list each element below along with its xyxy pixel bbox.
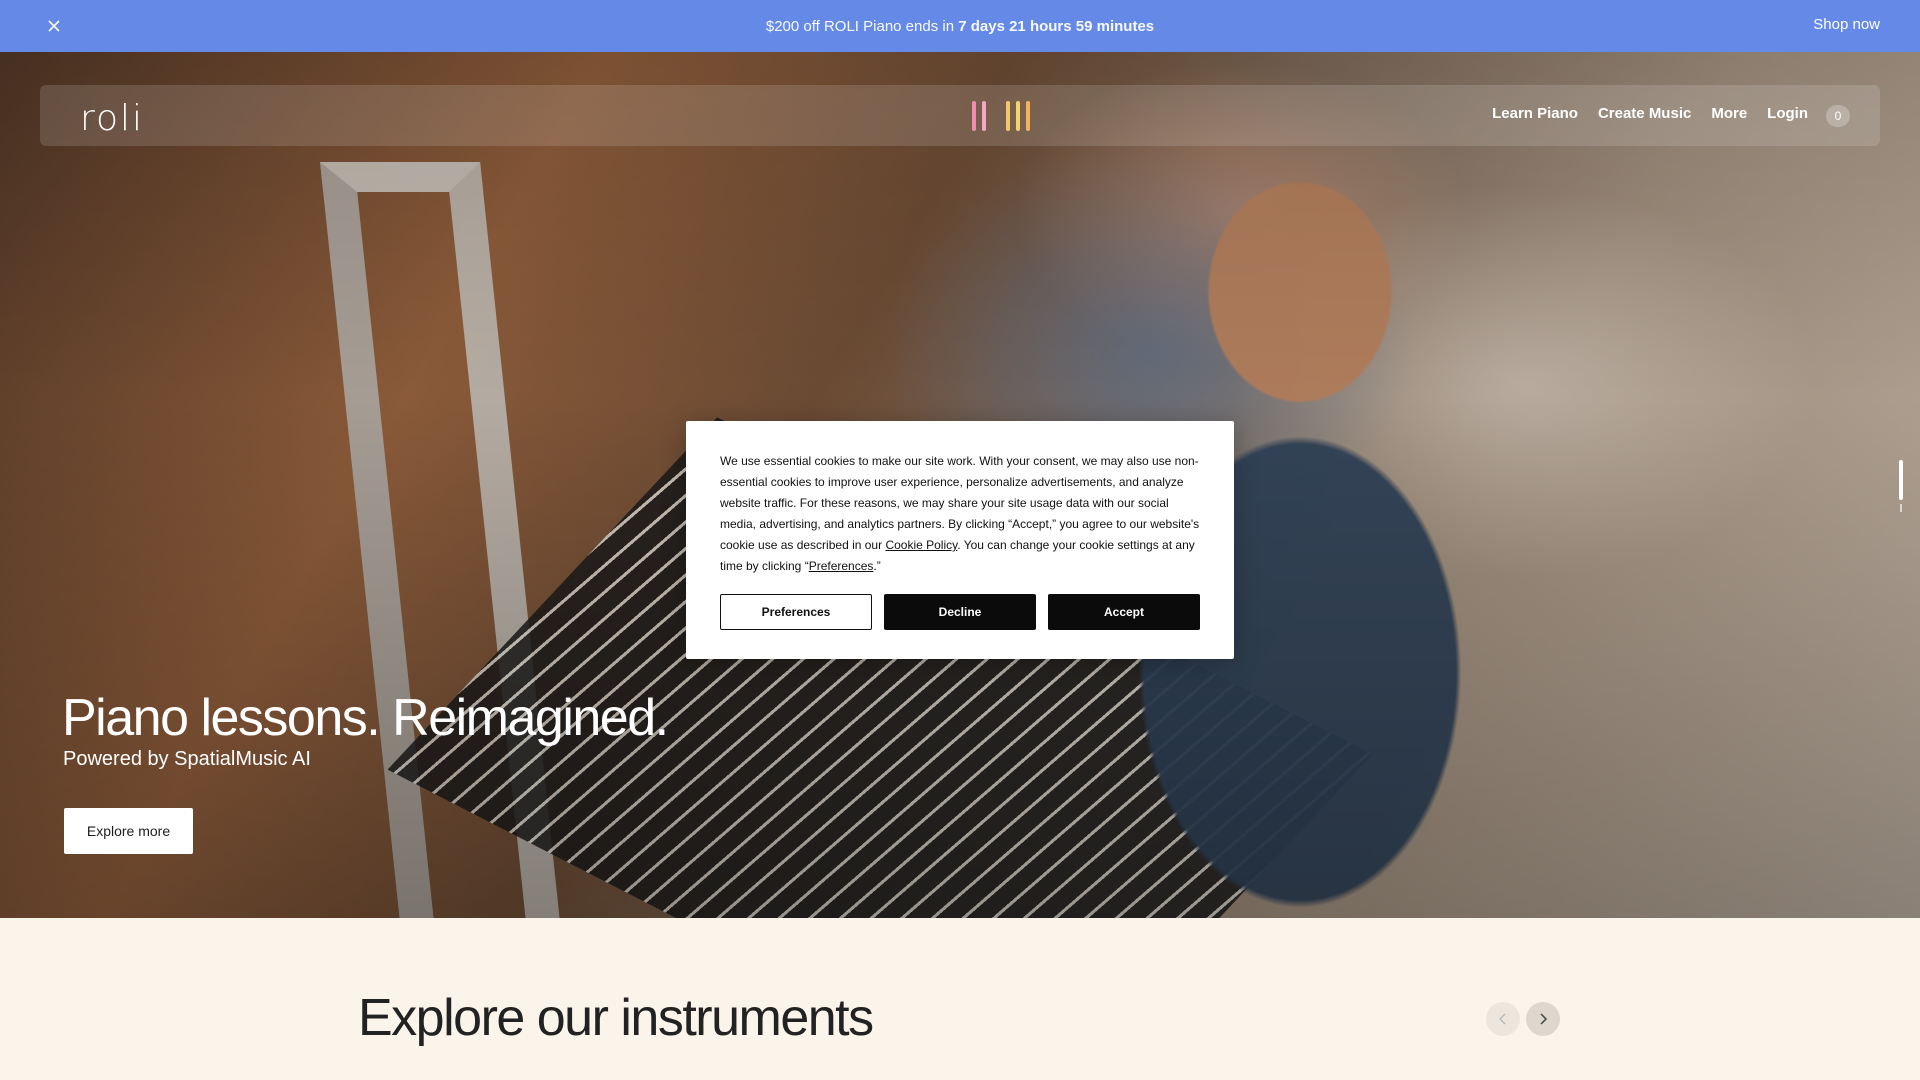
decline-button[interactable]: Decline: [884, 594, 1036, 630]
shop-now-link[interactable]: Shop now: [1813, 16, 1880, 33]
accept-button[interactable]: Accept: [1048, 594, 1200, 630]
nav-create-music[interactable]: Create Music: [1598, 105, 1691, 122]
carousel-next-button[interactable]: [1526, 1002, 1560, 1036]
preferences-link[interactable]: Preferences: [809, 559, 874, 573]
roli-logo[interactable]: roli: [80, 98, 144, 139]
nav-more[interactable]: More: [1711, 105, 1747, 122]
brand-bar-gap: [992, 101, 1000, 131]
cart-count: 0: [1834, 109, 1842, 123]
cart-button[interactable]: 0: [1826, 105, 1850, 127]
brand-bar: [1026, 101, 1030, 131]
cookie-policy-link[interactable]: Cookie Policy: [885, 538, 957, 552]
brand-bar: [972, 101, 976, 131]
explore-more-button[interactable]: Explore more: [64, 808, 193, 854]
brand-bar: [1016, 101, 1020, 131]
carousel-prev-button[interactable]: [1486, 1002, 1520, 1036]
scroll-indicator[interactable]: [1899, 460, 1903, 500]
hero-subline: Powered by SpatialMusic AI: [63, 748, 311, 770]
chevron-right-icon: [1540, 1013, 1548, 1025]
promo-message: $200 off ROLI Piano ends in 7 days 21 ho…: [766, 18, 1154, 35]
nav-learn-piano[interactable]: Learn Piano: [1492, 105, 1578, 122]
brand-bar: [982, 101, 986, 131]
nav-links: Learn Piano Create Music More Login: [1492, 105, 1808, 122]
chevron-left-icon: [1498, 1013, 1506, 1025]
nav-login[interactable]: Login: [1767, 105, 1808, 122]
cookie-consent-dialog: We use essential cookies to make our sit…: [686, 421, 1234, 659]
close-icon: [48, 20, 60, 32]
scroll-indicator-track: [1900, 504, 1902, 512]
promo-countdown: 7 days 21 hours 59 minutes: [958, 17, 1155, 35]
hero-headline: Piano lessons. Reimagined.: [62, 689, 669, 747]
close-banner-button[interactable]: [44, 16, 64, 36]
cookie-text-part3: .”: [873, 559, 881, 573]
brand-bar: [1006, 101, 1010, 131]
brand-bars-icon: [972, 101, 1030, 131]
section-title: Explore our instruments: [358, 989, 874, 1047]
promo-banner: $200 off ROLI Piano ends in 7 days 21 ho…: [0, 0, 1920, 52]
cookie-text: We use essential cookies to make our sit…: [720, 451, 1200, 577]
main-nav: roli Learn Piano Create Music More Login…: [40, 85, 1880, 146]
promo-text: $200 off ROLI Piano ends in: [765, 17, 959, 35]
cookie-buttons: Preferences Decline Accept: [720, 594, 1200, 630]
preferences-button[interactable]: Preferences: [720, 594, 872, 630]
